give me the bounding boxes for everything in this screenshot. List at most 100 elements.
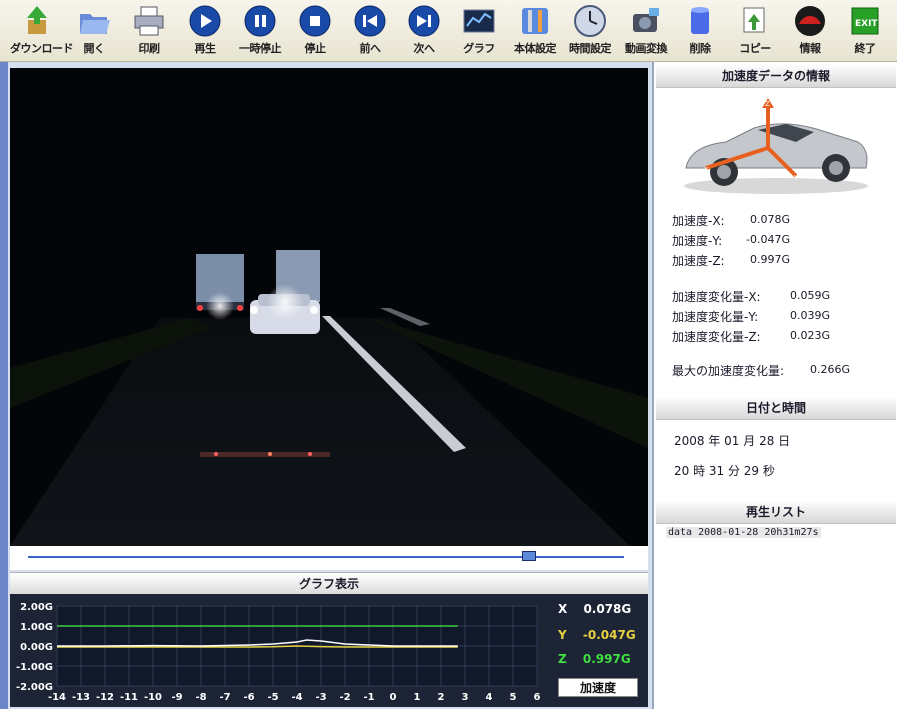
camera-convert-icon: [633, 8, 659, 32]
toolbar-button-label: 停止: [304, 42, 327, 55]
x-tick-label: -6: [243, 692, 254, 703]
accel-z-label: 加速度-Z:: [672, 254, 725, 268]
toolbar-button-next[interactable]: 次へ: [397, 4, 451, 60]
toolbar-button-graph[interactable]: グラフ: [452, 4, 506, 60]
toolbar-button-previous[interactable]: 前へ: [343, 4, 397, 60]
y-tick-label: 2.00G: [20, 602, 53, 613]
toolbar-button-info-car[interactable]: 情報: [783, 4, 837, 60]
x-tick-label: -1: [363, 692, 374, 703]
readout-x-value: 0.078G: [583, 602, 632, 616]
toolbar-button-printer[interactable]: 印刷: [122, 4, 176, 60]
toolbar-button-label: 時間設定: [569, 42, 612, 55]
settings-icon: [522, 8, 548, 34]
toolbar-button-pause[interactable]: 一時停止: [233, 4, 287, 60]
toolbar-button-label: 本体設定: [514, 42, 557, 55]
toolbar-button-clock[interactable]: 時間設定: [563, 4, 617, 60]
acceleration-mode-button[interactable]: 加速度: [558, 678, 638, 697]
svg-text:Z: Z: [765, 100, 770, 108]
clock-icon: [574, 5, 606, 37]
x-tick-label: -8: [195, 692, 206, 703]
trash-icon: [691, 7, 709, 34]
x-tick-label: -12: [96, 692, 114, 703]
toolbar-button-settings[interactable]: 本体設定: [508, 4, 562, 60]
readout-z: Z 0.997G: [558, 652, 631, 666]
toolbar-button-label: 前へ: [359, 42, 382, 55]
x-tick-label: -7: [219, 692, 230, 703]
x-tick-label: -5: [267, 692, 278, 703]
video-player[interactable]: [10, 68, 648, 546]
svg-text:Y: Y: [793, 174, 799, 182]
playlist-title: 再生リスト: [656, 500, 896, 524]
toolbar-button-download[interactable]: ダウンロード: [10, 4, 74, 60]
toolbar-button-label: 次へ: [413, 42, 436, 55]
copy-icon: [743, 7, 765, 33]
x-tick-label: -2: [339, 692, 350, 703]
graph-icon: [463, 9, 495, 33]
folder-open-icon: [80, 14, 110, 34]
svg-text:X: X: [704, 166, 709, 174]
printer-icon: [134, 6, 164, 36]
time-text: 20 時 31 分 29 秒: [674, 464, 775, 478]
toolbar: ダウンロード 開く 印刷 再生 一時停止 停止 前へ 次へ グラフ 本体設定 時間設定 動画変換 削除 コ…: [0, 0, 897, 62]
x-tick-label: -9: [171, 692, 182, 703]
delta-x-value: 0.059G: [790, 289, 831, 302]
graph-panel: -14 -13 -12 -11 -10 -9 -8 -7 -6 -5 -4 -3 -2 -1 0 1 2 3 4 5 6…: [10, 594, 648, 707]
x-tick-label: -4: [291, 692, 302, 703]
info-panel: 加速度データの情報 Z X Y 加速度-X: 0.078G 加速度-Y: -0.…: [652, 62, 897, 709]
readout-y-value: -0.047G: [582, 628, 636, 642]
svg-text:EXIT: EXIT: [855, 19, 878, 29]
toolbar-button-label: 情報: [799, 42, 822, 55]
x-tick-label: 1: [414, 692, 421, 703]
x-tick-label: -14: [48, 692, 66, 703]
toolbar-button-label: グラフ: [463, 42, 495, 55]
toolbar-button-play[interactable]: 再生: [178, 4, 232, 60]
readout-z-axis: Z: [558, 652, 567, 666]
download-icon: [27, 6, 47, 34]
max-delta-label: 最大の加速度変化量:: [672, 364, 785, 378]
x-tick-label: -3: [315, 692, 326, 703]
x-tick-label: -10: [144, 692, 162, 703]
dashcam-night-scene: [10, 68, 648, 546]
accel-info-title: 加速度データの情報: [656, 64, 896, 88]
previous-icon: [354, 5, 386, 37]
toolbar-button-label: 終了: [854, 42, 877, 55]
x-tick-label: -11: [120, 692, 138, 703]
toolbar-button-camera-convert[interactable]: 動画変換: [619, 4, 673, 60]
x-tick-label: 2: [438, 692, 445, 703]
delta-z-value: 0.023G: [790, 329, 831, 342]
y-tick-label: -1.00G: [16, 662, 53, 673]
x-tick-label: 0: [390, 692, 397, 703]
toolbar-button-label: 開く: [83, 42, 106, 55]
toolbar-button-exit[interactable]: EXIT 終了: [838, 4, 892, 60]
date-text: 2008 年 01 月 28 日: [674, 434, 791, 448]
readout-y: Y -0.047G: [558, 628, 636, 642]
y-tick-label: 0.00G: [20, 642, 53, 653]
toolbar-button-label: 削除: [689, 42, 712, 55]
seekbar[interactable]: [10, 546, 648, 570]
datetime-title: 日付と時間: [656, 396, 896, 420]
exit-icon: EXIT: [851, 7, 879, 35]
readout-x: X 0.078G: [558, 602, 631, 616]
accel-y-label: 加速度-Y:: [672, 234, 723, 248]
x-tick-label: 4: [486, 692, 493, 703]
toolbar-button-trash[interactable]: 削除: [673, 4, 727, 60]
delta-y-label: 加速度変化量-Y:: [672, 310, 759, 324]
playlist-item[interactable]: data 2008-01-28 20h31m27s: [666, 527, 821, 538]
accel-y-value: -0.047G: [746, 233, 790, 246]
toolbar-button-copy[interactable]: コピー: [728, 4, 782, 60]
seekbar-thumb[interactable]: [521, 551, 536, 561]
y-tick-label: -2.00G: [16, 682, 53, 693]
info-car-icon: [795, 6, 825, 36]
toolbar-button-folder-open[interactable]: 開く: [67, 4, 121, 60]
stop-icon: [299, 5, 331, 37]
accel-x-label: 加速度-X:: [672, 214, 725, 228]
delta-y-value: 0.039G: [790, 309, 831, 322]
graph-section-title: グラフ表示: [10, 572, 648, 594]
play-icon: [189, 5, 221, 37]
readout-x-axis: X: [558, 602, 568, 616]
toolbar-button-label: 印刷: [138, 42, 161, 55]
x-tick-label: -13: [72, 692, 90, 703]
toolbar-button-label: 再生: [194, 42, 217, 55]
toolbar-button-stop[interactable]: 停止: [288, 4, 342, 60]
x-tick-label: 3: [462, 692, 469, 703]
